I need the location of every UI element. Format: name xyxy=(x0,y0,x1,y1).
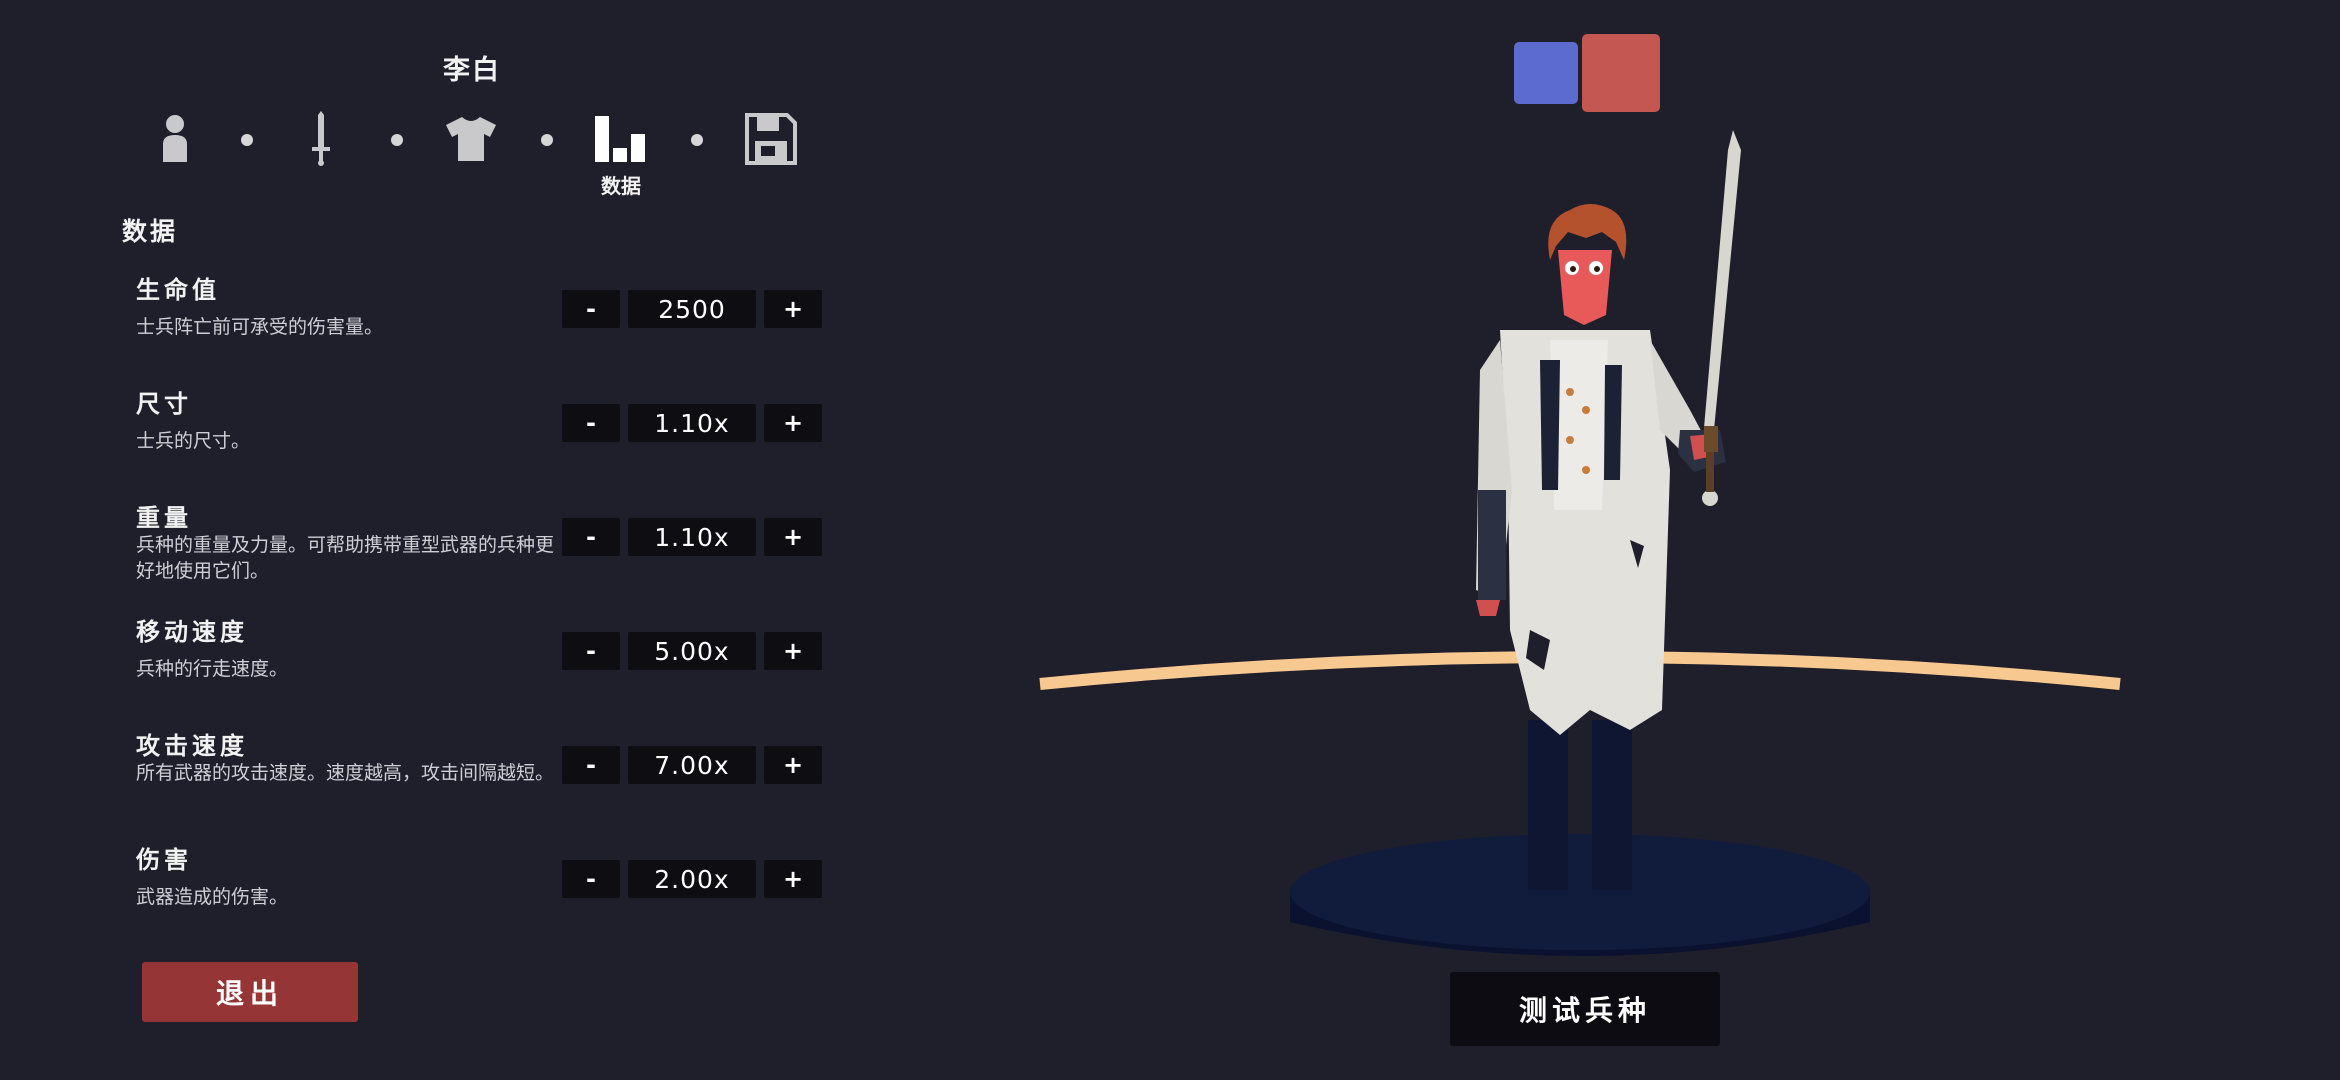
step-stats[interactable] xyxy=(586,108,656,170)
decrease-button[interactable]: - xyxy=(562,290,620,328)
increase-button[interactable]: + xyxy=(764,860,822,898)
increase-button[interactable]: + xyxy=(764,632,822,670)
step-separator-dot xyxy=(691,134,703,146)
step-separator-dot xyxy=(541,134,553,146)
stat-name: 生命值 xyxy=(136,276,220,304)
decrease-button[interactable]: - xyxy=(562,746,620,784)
test-unit-button[interactable]: 测试兵种 xyxy=(1450,972,1720,1046)
team-red-button[interactable] xyxy=(1582,34,1660,112)
stat-size: 尺寸 士兵的尺寸。 - 1.10x + xyxy=(136,384,836,494)
step-weapon[interactable] xyxy=(286,108,356,170)
shirt-icon xyxy=(446,117,496,161)
stat-damage: 伤害 武器造成的伤害。 - 2.00x + xyxy=(136,840,836,950)
stat-description: 武器造成的伤害。 xyxy=(136,886,289,908)
stat-description: 兵种的行走速度。 xyxy=(136,658,289,680)
step-clothing[interactable] xyxy=(436,108,506,170)
step-stats-label: 数据 xyxy=(601,174,641,198)
increase-button[interactable]: + xyxy=(764,290,822,328)
exit-button[interactable]: 退出 xyxy=(142,962,358,1022)
stat-name: 攻击速度 xyxy=(136,732,248,760)
stat-name: 重量 xyxy=(136,504,192,532)
decrease-button[interactable]: - xyxy=(562,632,620,670)
stat-value: 5.00x xyxy=(628,632,756,670)
floppy-disk-icon xyxy=(745,113,797,165)
stat-value: 7.00x xyxy=(628,746,756,784)
stat-health: 生命值 士兵阵亡前可承受的伤害量。 - 2500 + xyxy=(136,270,836,380)
stat-name: 移动速度 xyxy=(136,618,248,646)
stat-value: 2.00x xyxy=(628,860,756,898)
increase-button[interactable]: + xyxy=(764,404,822,442)
stat-description: 兵种的重量及力量。可帮助携带重型武器的兵种更好地使用它们。 xyxy=(136,534,555,582)
stat-description: 士兵阵亡前可承受的伤害量。 xyxy=(136,316,384,338)
increase-button[interactable]: + xyxy=(764,518,822,556)
unit-preview[interactable] xyxy=(1030,110,2140,990)
stat-value: 1.10x xyxy=(628,404,756,442)
section-title: 数据 xyxy=(122,217,179,246)
decrease-button[interactable]: - xyxy=(562,860,620,898)
person-icon xyxy=(163,115,187,162)
sword-icon xyxy=(312,111,330,166)
decrease-button[interactable]: - xyxy=(562,518,620,556)
stat-description: 士兵的尺寸。 xyxy=(136,430,251,452)
stat-value: 1.10x xyxy=(628,518,756,556)
step-body[interactable] xyxy=(140,108,210,170)
editor-steps: 数据 xyxy=(140,108,820,208)
bar-chart-icon xyxy=(595,116,645,162)
pedestal xyxy=(1290,834,1870,956)
step-separator-dot xyxy=(241,134,253,146)
decrease-button[interactable]: - xyxy=(562,404,620,442)
stat-weight: 重量 兵种的重量及力量。可帮助携带重型武器的兵种更好地使用它们。 - 1.10x… xyxy=(136,498,836,608)
step-save[interactable] xyxy=(736,108,806,170)
stat-name: 伤害 xyxy=(136,846,192,874)
stat-attack-speed: 攻击速度 所有武器的攻击速度。速度越高，攻击间隔越短。 - 7.00x + xyxy=(136,726,836,836)
step-separator-dot xyxy=(391,134,403,146)
increase-button[interactable]: + xyxy=(764,746,822,784)
unit-name: 李白 xyxy=(443,55,501,86)
team-blue-button[interactable] xyxy=(1514,42,1578,104)
stat-name: 尺寸 xyxy=(136,390,192,418)
stat-description: 所有武器的攻击速度。速度越高，攻击间隔越短。 xyxy=(136,762,555,784)
stat-value: 2500 xyxy=(628,290,756,328)
stat-move-speed: 移动速度 兵种的行走速度。 - 5.00x + xyxy=(136,612,836,722)
unit-character xyxy=(1476,130,1741,890)
